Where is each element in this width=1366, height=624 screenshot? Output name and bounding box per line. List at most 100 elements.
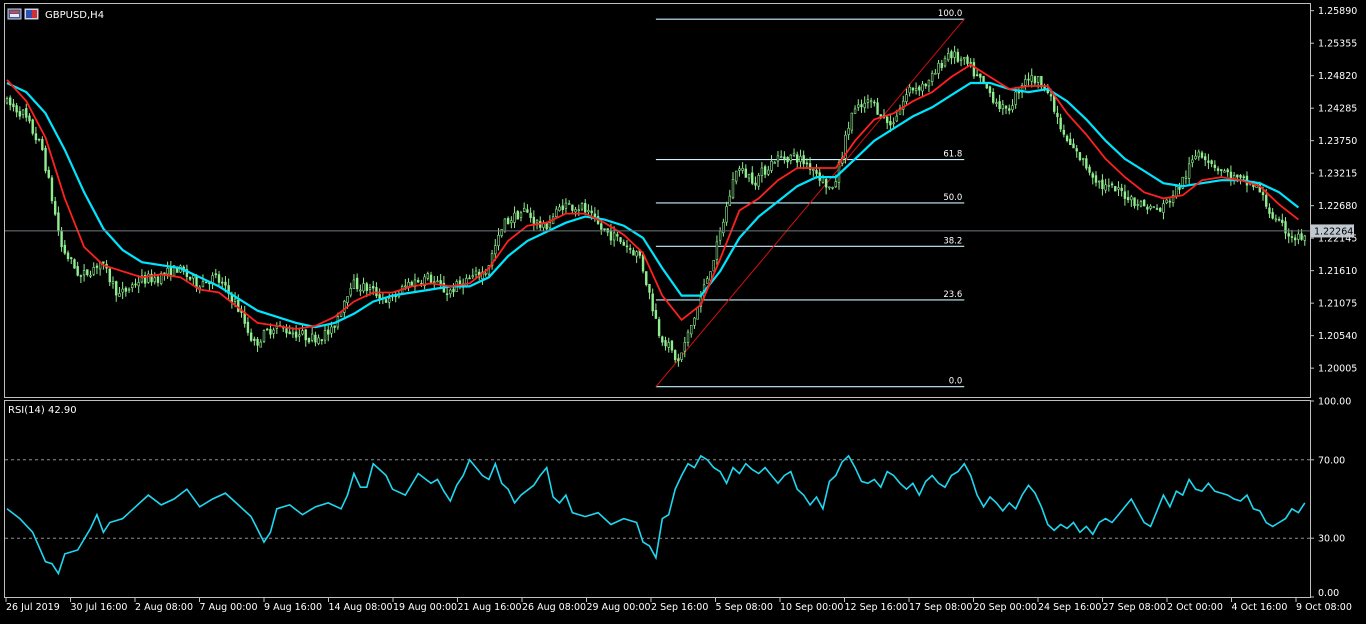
candle-body [233,298,237,302]
candle-body [449,289,452,295]
candle-body [404,285,407,288]
candle-body [937,63,940,74]
candle-body [580,203,584,210]
current-price-tag-label: 1.22264 [1314,226,1353,237]
candle-body [349,288,352,296]
candle-body [770,160,773,171]
candle-body [1104,184,1107,191]
candle-body [834,181,837,188]
candle-body [1261,192,1265,196]
chart-canvas[interactable]: 100.0 61.8 50.0 38.2 23.6 0.0 1.25890 1.25355 1… [0,0,1366,620]
candle-body [622,242,625,246]
candle [159,271,163,286]
candle-body [156,276,160,283]
candle-body [763,166,767,175]
candle-body [616,234,619,237]
candle-body [815,170,818,174]
candle-body [953,51,956,58]
candle-body [914,87,918,91]
candle-body [683,342,687,352]
candle-body [320,339,324,341]
candle-body [654,310,658,319]
candle-body [214,273,218,276]
time-tick-label: 26 Aug 08:00 [522,602,586,613]
candle-body [352,279,356,290]
candle-body [670,340,674,351]
candle-body [718,230,722,241]
rsi-tick-label: 100.00 [1318,397,1351,408]
candle-body [188,276,192,280]
candle-body [908,86,911,94]
time-tick-label: 4 Oct 16:00 [1232,602,1288,613]
candle-body [712,260,715,272]
candle-body [735,170,738,182]
candle-body [805,162,809,165]
candle-body [1139,201,1143,207]
candle-body [1117,187,1120,190]
candle-body [50,177,54,202]
fibo-level-label: 0.0 [949,377,963,387]
candle-body [1213,164,1217,168]
candle-body [892,122,895,125]
candle-body [995,102,998,104]
candle-body [57,212,60,232]
candle-body [384,299,388,303]
time-tick-label: 2 Sep 16:00 [651,602,708,613]
candle-body [217,274,221,283]
candle-body [751,172,754,184]
candle-body [545,222,548,230]
candle-body [1133,197,1136,206]
candle-body [285,328,288,334]
candle-body [863,102,866,108]
candle-body [661,336,664,343]
candle-body [445,293,449,296]
price-tick-label: 1.23215 [1318,169,1357,180]
candle-body [1001,104,1005,110]
fibo-level-label: 50.0 [943,193,962,203]
candle-body [998,101,1001,110]
candle-body [632,250,635,256]
time-tick-label: 12 Sep 16:00 [845,602,908,613]
candle-body [291,332,295,335]
candle [1142,199,1146,207]
candle-body [1187,163,1191,179]
candle-body [966,56,969,64]
candle-body [426,273,430,279]
price-tick-label: 1.24820 [1318,71,1357,82]
candle-body [314,334,317,343]
candle-body [853,108,857,114]
candle-body [612,232,616,241]
candle-body [118,293,121,297]
candle-body [288,331,291,335]
mt5-chart-window[interactable]: 100.0 61.8 50.0 38.2 23.6 0.0 1.25890 1.25355 1… [0,0,1366,620]
candle-body [1004,105,1008,109]
candle-body [959,58,963,61]
candle-body [76,266,79,276]
candle-body [1162,203,1165,213]
candle-body [567,203,571,205]
candle-body [18,111,22,117]
candle-body [760,167,764,176]
candle-body [195,275,198,288]
candle-body [628,248,632,250]
candle-body [927,79,931,87]
candle-body [86,269,89,276]
candle-body [47,169,50,178]
candle-body [95,265,99,268]
candle-body [1207,160,1210,163]
candle-body [204,281,208,284]
candle-body [1114,186,1117,192]
candle-body [115,281,118,296]
candle-body [21,109,25,115]
price-tick-label: 1.20005 [1318,364,1357,375]
candle-body [831,187,834,189]
chart-window-icon [7,8,22,20]
candle-body [645,271,648,286]
time-tick-label: 10 Sep 00:00 [780,602,843,613]
candle-body [262,330,266,342]
candle-body [571,204,574,211]
candle-body [1165,199,1168,203]
candle-body [561,205,564,210]
candle-body [513,212,516,223]
candle [204,281,208,284]
